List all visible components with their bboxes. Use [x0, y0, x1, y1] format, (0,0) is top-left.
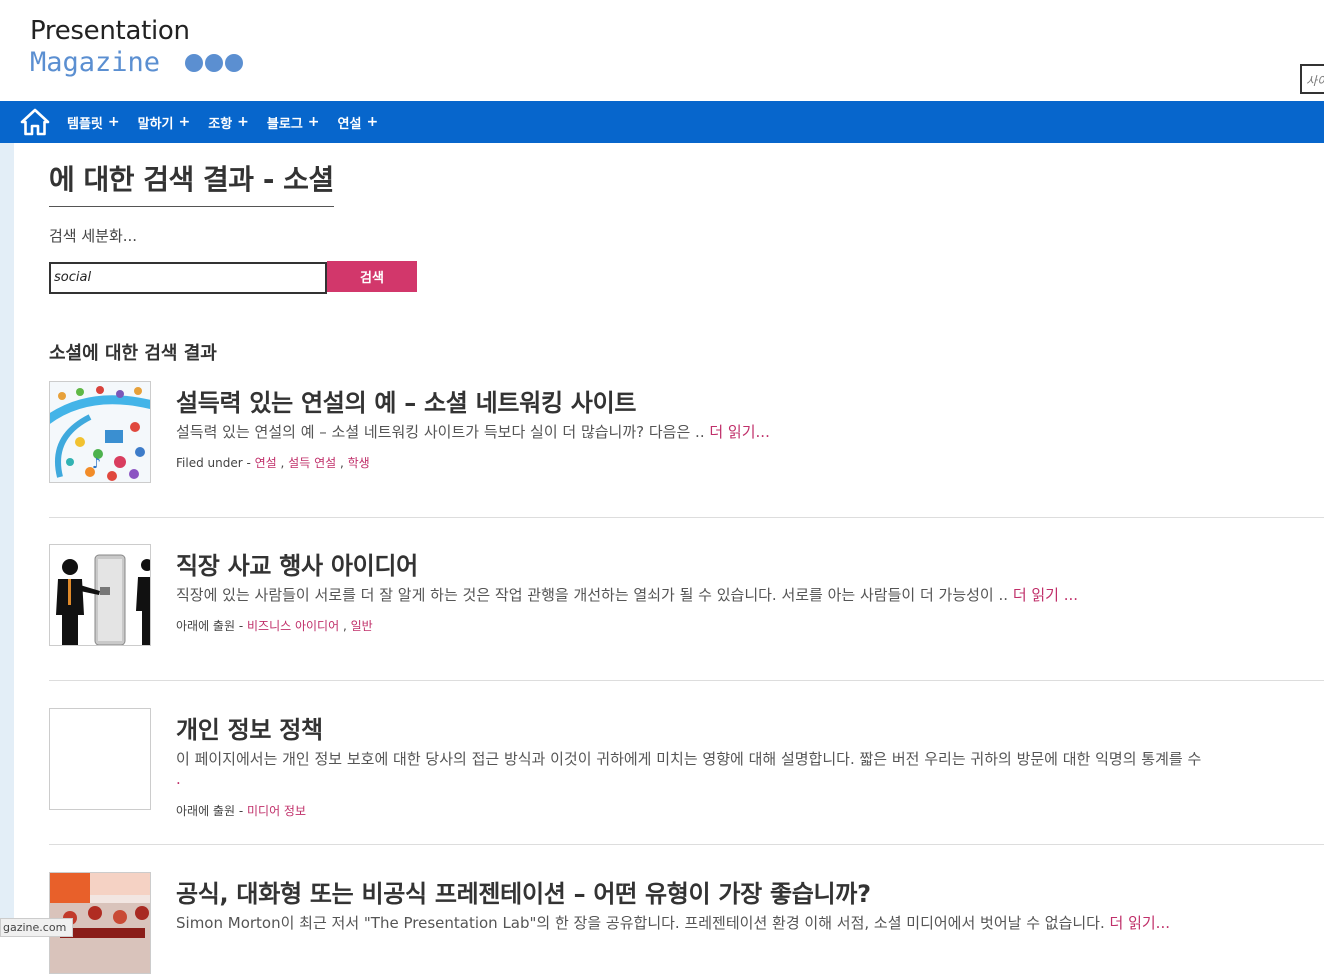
plus-icon: +	[237, 114, 249, 130]
nav-item-speaking[interactable]: 말하기 +	[138, 113, 191, 132]
tag-link[interactable]: 미디어 정보	[247, 804, 306, 818]
result-title[interactable]: 설득력 있는 연설의 예 – 소셜 네트워킹 사이트	[176, 383, 636, 418]
main-nav: 템플릿 + 말하기 + 조항 + 블로그 + 연설 +	[0, 101, 1324, 143]
left-sidebar-strip	[0, 143, 14, 937]
nav-item-speeches[interactable]: 연설 +	[338, 113, 379, 132]
logo-text-presentation[interactable]: Presentation	[30, 16, 190, 46]
social-media-thumbnail[interactable]: ♪	[49, 381, 151, 483]
result-title[interactable]: 개인 정보 정책	[176, 710, 323, 745]
tag-link[interactable]: 일반	[351, 619, 373, 633]
result-title[interactable]: 공식, 대화형 또는 비공식 프레젠테이션 – 어떤 유형이 가장 좋습니까?	[176, 874, 871, 909]
status-bar-url: gazine.com	[0, 918, 74, 937]
home-icon[interactable]	[20, 108, 50, 136]
svg-text:♪: ♪	[92, 456, 101, 472]
result-divider	[49, 844, 1324, 845]
plus-icon: +	[307, 114, 320, 130]
search-button[interactable]: 검색	[327, 261, 417, 292]
excerpt-continuation: .	[176, 770, 181, 788]
nav-item-blog[interactable]: 블로그 +	[267, 113, 320, 132]
nav-label: 조항	[208, 116, 233, 132]
search-result: ♪ 설득력 있는 연설의 예 – 소셜 네트워킹 사이트 설득력 있는 연설의 …	[49, 381, 1324, 491]
search-result: 직장 사교 행사 아이디어 직장에 있는 사람들이 서로를 더 잘 알게 하는 …	[49, 544, 1324, 654]
search-input[interactable]: social	[49, 262, 327, 294]
excerpt-text: Simon Morton이 최근 저서 "The Presentation La…	[176, 914, 1110, 932]
site-header: Presentation Magazine 사이	[0, 0, 1324, 101]
read-more-link[interactable]: 더 읽기...	[709, 423, 769, 441]
logo-text-magazine[interactable]: Magazine	[30, 47, 160, 78]
tag-link[interactable]: 학생	[348, 456, 370, 470]
search-result: 공식, 대화형 또는 비공식 프레젠테이션 – 어떤 유형이 가장 좋습니까? …	[49, 872, 1324, 974]
logo-dots-icon	[185, 54, 243, 72]
filed-under-label: Filed under -	[176, 456, 255, 470]
excerpt-text: 설득력 있는 연설의 예 – 소셜 네트워킹 사이트가 득보다 실이 더 많습니…	[176, 423, 710, 441]
filed-under-label: 아래에 출원 -	[176, 619, 247, 633]
result-title[interactable]: 직장 사교 행사 아이디어	[176, 546, 418, 581]
result-excerpt: Simon Morton이 최근 저서 "The Presentation La…	[176, 912, 1170, 933]
water-cooler-thumbnail[interactable]	[49, 544, 151, 646]
nav-item-templates[interactable]: 템플릿 +	[67, 113, 120, 132]
blank-thumbnail[interactable]	[49, 708, 151, 810]
result-meta: 아래에 출원 - 비즈니스 아이디어 , 일반	[176, 619, 373, 633]
search-result: 개인 정보 정책 이 페이지에서는 개인 정보 보호에 대한 당사의 접근 방식…	[49, 708, 1324, 828]
nav-label: 연설	[337, 116, 362, 132]
tag-link[interactable]: 연설	[255, 456, 277, 470]
read-more-link[interactable]: 더 읽기 ...	[1013, 586, 1078, 604]
tag-link[interactable]: 설득 연설	[288, 456, 336, 470]
refine-search-label: 검색 세분화...	[49, 227, 138, 245]
results-heading: 소셜에 대한 검색 결과	[49, 343, 217, 364]
nav-label: 템플릿	[67, 116, 103, 132]
nav-label: 말하기	[137, 116, 174, 132]
result-meta: 아래에 출원 - 미디어 정보	[176, 802, 306, 819]
result-meta: Filed under - 연설 , 설득 연설 , 학생	[176, 456, 370, 470]
result-excerpt: 직장에 있는 사람들이 서로를 더 잘 알게 하는 것은 작업 관행을 개선하는…	[176, 584, 1078, 605]
read-more-link[interactable]: 더 읽기...	[1110, 914, 1170, 932]
tag-link[interactable]: 비즈니스 아이디어	[247, 619, 339, 633]
result-divider	[49, 680, 1324, 681]
filed-under-label: 아래에 출원 -	[176, 804, 247, 818]
plus-icon: +	[366, 114, 379, 130]
plus-icon: +	[178, 114, 191, 130]
result-excerpt: 이 페이지에서는 개인 정보 보호에 대한 당사의 접근 방식과 이것이 귀하에…	[176, 750, 1202, 768]
nav-item-articles[interactable]: 조항 +	[208, 113, 249, 132]
plus-icon: +	[107, 114, 120, 130]
nav-label: 블로그	[266, 116, 303, 132]
excerpt-text: 직장에 있는 사람들이 서로를 더 잘 알게 하는 것은 작업 관행을 개선하는…	[176, 586, 1013, 604]
page-title: 에 대한 검색 결과 - 소셜	[49, 158, 334, 207]
result-divider	[49, 517, 1324, 518]
result-excerpt: 설득력 있는 연설의 예 – 소셜 네트워킹 사이트가 득보다 실이 더 많습니…	[176, 421, 770, 442]
site-search-input[interactable]: 사이	[1300, 64, 1324, 94]
